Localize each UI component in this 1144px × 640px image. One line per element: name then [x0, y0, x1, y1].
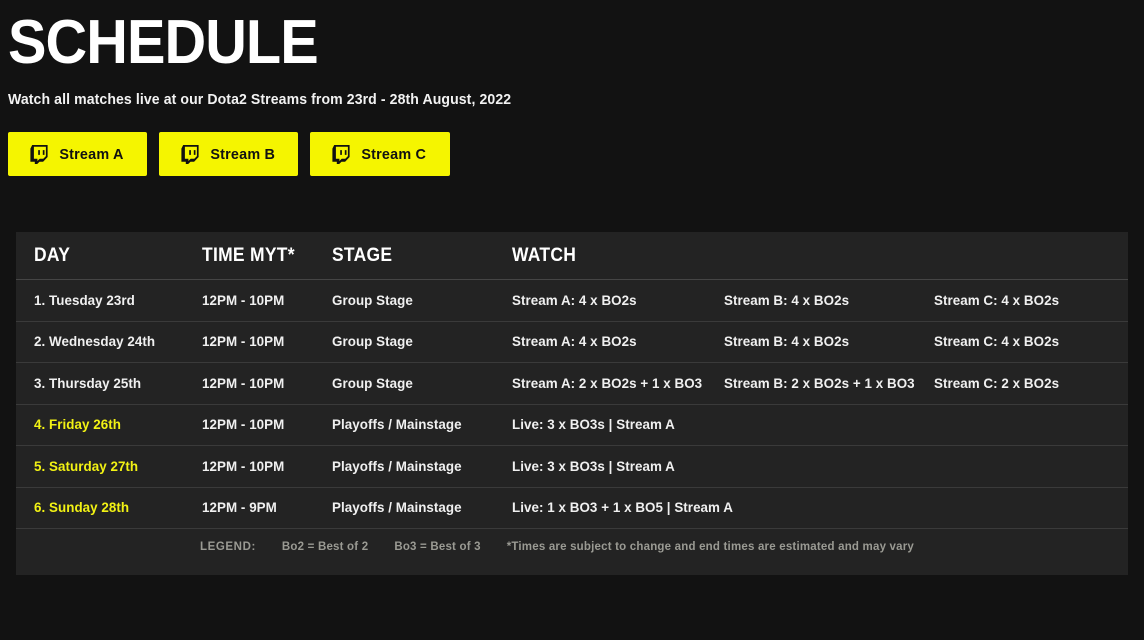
stream-b-label: Stream B [210, 145, 276, 163]
row-day: 2. Wednesday 24th [34, 334, 156, 350]
row-time: 12PM - 9PM [202, 500, 277, 516]
row-stage: Group Stage [332, 375, 413, 391]
row-time: 12PM - 10PM [202, 292, 285, 308]
stream-a-button[interactable]: Stream A [8, 132, 147, 176]
row-day: 1. Tuesday 23rd [34, 292, 135, 308]
column-header-time: TIME MYT* [202, 244, 295, 266]
row-stage: Group Stage [332, 334, 413, 350]
table-row: 6. Sunday 28th 12PM - 9PM Playoffs / Mai… [16, 488, 1128, 529]
schedule-page: SCHEDULE Watch all matches live at our D… [0, 0, 1144, 640]
twitch-icon [181, 144, 199, 164]
stream-b-button[interactable]: Stream B [158, 132, 299, 176]
legend-note: *Times are subject to change and end tim… [506, 541, 915, 553]
row-stage: Playoffs / Mainstage [332, 417, 462, 433]
row-watch-stream-b: Stream B: 4 x BO2s [724, 334, 850, 350]
page-title: SCHEDULE [8, 8, 319, 77]
row-time: 12PM - 10PM [202, 375, 285, 391]
row-stage: Playoffs / Mainstage [332, 500, 462, 516]
stream-a-label: Stream A [59, 145, 124, 163]
page-subtitle: Watch all matches live at our Dota2 Stre… [8, 92, 512, 108]
row-time: 12PM - 10PM [202, 334, 285, 350]
row-watch-stream-a: Stream A: 4 x BO2s [512, 292, 637, 308]
row-watch-stream-a: Stream A: 2 x BO2s + 1 x BO3 [512, 375, 703, 391]
twitch-icon [30, 144, 48, 164]
row-time: 12PM - 10PM [202, 417, 285, 433]
legend-bo2: Bo2 = Best of 2 [281, 541, 369, 553]
legend: LEGEND: Bo2 = Best of 2 Bo3 = Best of 3 … [16, 529, 1128, 565]
row-day: 6. Sunday 28th [34, 500, 130, 516]
row-stage: Group Stage [332, 292, 413, 308]
legend-bo3: Bo3 = Best of 3 [394, 541, 481, 553]
legend-title: LEGEND: [199, 541, 256, 553]
row-watch-stream-b: Stream B: 4 x BO2s [724, 292, 850, 308]
hero-section: SCHEDULE Watch all matches live at our D… [0, 0, 1144, 176]
column-header-stage: STAGE [332, 244, 393, 266]
row-watch-live: Live: 1 x BO3 + 1 x BO5 | Stream A [512, 500, 733, 516]
row-day: 5. Saturday 27th [34, 458, 139, 474]
table-row: 1. Tuesday 23rd 12PM - 10PM Group Stage … [16, 280, 1128, 322]
row-watch-stream-c: Stream C: 4 x BO2s [934, 334, 1060, 350]
table-row: 4. Friday 26th 12PM - 10PM Playoffs / Ma… [16, 405, 1128, 446]
stream-button-group: Stream A Stream B Stream C [8, 132, 1144, 176]
table-row: 5. Saturday 27th 12PM - 10PM Playoffs / … [16, 446, 1128, 488]
column-header-watch: WATCH [512, 244, 577, 266]
schedule-table: DAY TIME MYT* STAGE WATCH 1. Tuesday 23r… [16, 232, 1128, 575]
stream-c-label: Stream C [361, 145, 427, 163]
table-row: 2. Wednesday 24th 12PM - 10PM Group Stag… [16, 322, 1128, 363]
row-watch-stream-b: Stream B: 2 x BO2s + 1 x BO3 [724, 375, 915, 391]
row-stage: Playoffs / Mainstage [332, 458, 462, 474]
row-day: 4. Friday 26th [34, 417, 121, 433]
row-watch-stream-c: Stream C: 4 x BO2s [934, 292, 1060, 308]
stream-c-button[interactable]: Stream C [310, 132, 450, 176]
twitch-icon [332, 144, 350, 164]
row-day: 3. Thursday 25th [34, 375, 142, 391]
column-header-day: DAY [34, 244, 71, 266]
table-header-row: DAY TIME MYT* STAGE WATCH [16, 232, 1128, 280]
row-watch-stream-c: Stream C: 2 x BO2s [934, 375, 1060, 391]
table-row: 3. Thursday 25th 12PM - 10PM Group Stage… [16, 363, 1128, 405]
row-watch-stream-a: Stream A: 4 x BO2s [512, 334, 637, 350]
row-watch-live: Live: 3 x BO3s | Stream A [512, 458, 675, 474]
row-watch-live: Live: 3 x BO3s | Stream A [512, 417, 675, 433]
row-time: 12PM - 10PM [202, 458, 285, 474]
